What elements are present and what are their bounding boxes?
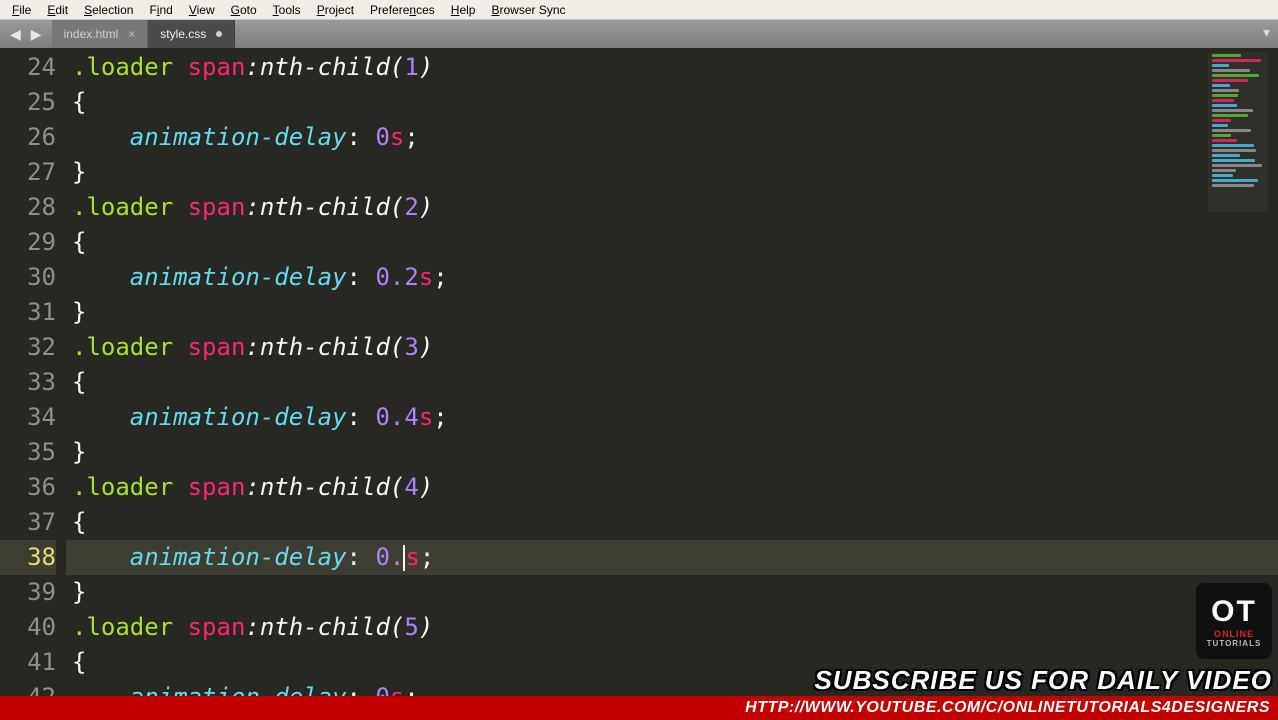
line-number: 29 bbox=[0, 225, 56, 260]
code-line[interactable]: } bbox=[66, 435, 1278, 470]
tab-index-html[interactable]: index.html × bbox=[52, 20, 149, 48]
code-line[interactable]: animation-delay: 0s; bbox=[66, 120, 1278, 155]
minimap-row bbox=[1212, 154, 1240, 157]
unsaved-dot-icon bbox=[216, 31, 222, 37]
code-line[interactable]: .loader span:nth-child(3) bbox=[66, 330, 1278, 365]
minimap-row bbox=[1212, 144, 1254, 147]
line-number: 39 bbox=[0, 575, 56, 610]
minimap-row bbox=[1212, 64, 1229, 67]
logo-text-top: OT bbox=[1211, 595, 1257, 629]
logo-text-mid: ONLINE bbox=[1214, 629, 1254, 639]
video-overlay: OT ONLINE TUTORIALS SUBSCRIBE US FOR DAI… bbox=[814, 583, 1278, 696]
tab-label: index.html bbox=[64, 27, 119, 41]
line-number: 35 bbox=[0, 435, 56, 470]
menu-project[interactable]: Project bbox=[309, 1, 362, 19]
line-number: 40 bbox=[0, 610, 56, 645]
line-number: 25 bbox=[0, 85, 56, 120]
line-number: 28 bbox=[0, 190, 56, 225]
menu-selection[interactable]: Selection bbox=[76, 1, 141, 19]
code-line[interactable]: .loader span:nth-child(2) bbox=[66, 190, 1278, 225]
line-number: 24 bbox=[0, 50, 56, 85]
line-number: 26 bbox=[0, 120, 56, 155]
code-line[interactable]: { bbox=[66, 365, 1278, 400]
minimap-row bbox=[1212, 134, 1231, 137]
nav-history: ◀ ▶ bbox=[0, 20, 52, 48]
logo-text-bot: TUTORIALS bbox=[1207, 639, 1262, 648]
line-number: 33 bbox=[0, 365, 56, 400]
menu-edit[interactable]: Edit bbox=[39, 1, 76, 19]
minimap-row bbox=[1212, 179, 1258, 182]
menu-preferences[interactable]: Preferences bbox=[362, 1, 443, 19]
menu-help[interactable]: Help bbox=[443, 1, 484, 19]
menu-goto[interactable]: Goto bbox=[223, 1, 265, 19]
app-menubar: FileEditSelectionFindViewGotoToolsProjec… bbox=[0, 0, 1278, 20]
minimap-row bbox=[1212, 149, 1256, 152]
minimap-row bbox=[1212, 89, 1239, 92]
minimap-row bbox=[1212, 139, 1237, 142]
line-number: 34 bbox=[0, 400, 56, 435]
line-number: 27 bbox=[0, 155, 56, 190]
minimap-row bbox=[1212, 174, 1233, 177]
menu-find[interactable]: Find bbox=[141, 1, 180, 19]
minimap-row bbox=[1212, 79, 1248, 82]
minimap-row bbox=[1212, 124, 1228, 127]
minimap-row bbox=[1212, 184, 1254, 187]
line-number: 30 bbox=[0, 260, 56, 295]
minimap-row bbox=[1212, 114, 1248, 117]
minimap[interactable] bbox=[1208, 52, 1268, 212]
code-line[interactable]: animation-delay: 0.4s; bbox=[66, 400, 1278, 435]
tab-style-css[interactable]: style.css bbox=[148, 20, 235, 48]
code-line[interactable]: .loader span:nth-child(4) bbox=[66, 470, 1278, 505]
subscribe-banner: SUBSCRIBE US FOR DAILY VIDEO bbox=[814, 665, 1278, 696]
line-number-gutter: 24252627282930313233343536373839404142 bbox=[0, 48, 66, 696]
code-line[interactable]: } bbox=[66, 295, 1278, 330]
line-number: 32 bbox=[0, 330, 56, 365]
tab-strip: ◀ ▶ index.html × style.css ▾ bbox=[0, 20, 1278, 48]
code-line[interactable]: { bbox=[66, 505, 1278, 540]
minimap-row bbox=[1212, 69, 1250, 72]
line-number: 36 bbox=[0, 470, 56, 505]
url-banner: HTTP://WWW.YOUTUBE.COM/C/ONLINETUTORIALS… bbox=[0, 696, 1278, 720]
line-number: 38 bbox=[0, 540, 56, 575]
close-icon[interactable]: × bbox=[128, 27, 135, 41]
minimap-row bbox=[1212, 54, 1241, 57]
tab-label: style.css bbox=[160, 27, 206, 41]
nav-back-icon[interactable]: ◀ bbox=[6, 26, 25, 43]
minimap-row bbox=[1212, 99, 1234, 102]
menu-browser sync[interactable]: Browser Sync bbox=[483, 1, 573, 19]
tab-overflow-icon[interactable]: ▾ bbox=[1263, 24, 1270, 41]
channel-logo: OT ONLINE TUTORIALS bbox=[1196, 583, 1272, 659]
code-line[interactable]: { bbox=[66, 225, 1278, 260]
menu-file[interactable]: File bbox=[4, 1, 39, 19]
code-line[interactable]: } bbox=[66, 155, 1278, 190]
code-line[interactable]: .loader span:nth-child(1) bbox=[66, 50, 1278, 85]
minimap-row bbox=[1212, 59, 1261, 62]
minimap-row bbox=[1212, 169, 1236, 172]
menu-tools[interactable]: Tools bbox=[265, 1, 309, 19]
nav-forward-icon[interactable]: ▶ bbox=[27, 26, 46, 43]
minimap-row bbox=[1212, 104, 1237, 107]
line-number: 37 bbox=[0, 505, 56, 540]
code-line[interactable]: { bbox=[66, 85, 1278, 120]
minimap-row bbox=[1212, 129, 1251, 132]
minimap-row bbox=[1212, 164, 1262, 167]
minimap-row bbox=[1212, 109, 1253, 112]
minimap-row bbox=[1212, 159, 1255, 162]
minimap-row bbox=[1212, 94, 1238, 97]
line-number: 41 bbox=[0, 645, 56, 680]
minimap-row bbox=[1212, 84, 1230, 87]
minimap-row bbox=[1212, 74, 1259, 77]
line-number: 31 bbox=[0, 295, 56, 330]
code-line[interactable]: animation-delay: 0.2s; bbox=[66, 260, 1278, 295]
code-line[interactable]: animation-delay: 0.s; bbox=[66, 540, 1278, 575]
menu-view[interactable]: View bbox=[181, 1, 223, 19]
channel-url: HTTP://WWW.YOUTUBE.COM/C/ONLINETUTORIALS… bbox=[745, 699, 1270, 717]
minimap-row bbox=[1212, 119, 1231, 122]
